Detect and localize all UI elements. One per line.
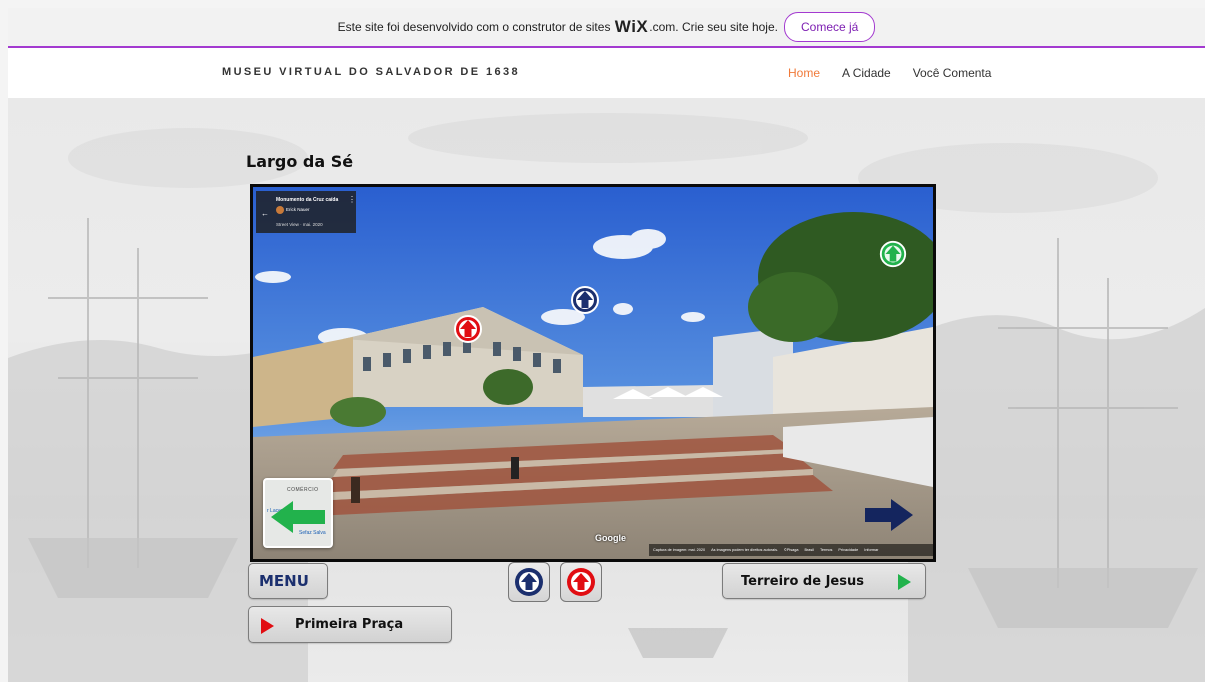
footer-capture: Captura de imagem: mai. 2020 — [653, 548, 706, 552]
green-up-arrow-icon[interactable] — [878, 239, 908, 269]
footer-report-link[interactable]: Informar — [864, 548, 878, 552]
street-view-viewer[interactable]: ← Monumento da Cruz caída Erick Nauer ⋮ … — [250, 184, 936, 562]
wix-logo: WiX — [614, 17, 649, 36]
terreiro-button-label: Terreiro de Jesus — [741, 573, 864, 589]
panorama-image[interactable] — [253, 187, 933, 559]
nav-a-cidade[interactable]: A Cidade — [842, 66, 891, 80]
wix-banner-prefix: Este site foi desenvolvido com o constru… — [337, 20, 611, 34]
blue-up-arrow-icon[interactable] — [569, 284, 601, 316]
wix-banner: Este site foi desenvolvido com o constru… — [8, 8, 1205, 48]
site-header: MUSEU VIRTUAL DO SALVADOR DE 1638 Home A… — [8, 48, 1205, 98]
blue-up-arrow-button-icon — [515, 568, 543, 596]
main-nav: Home A Cidade Você Comenta — [788, 66, 1013, 80]
more-options-icon[interactable]: ⋮ — [348, 195, 356, 204]
google-logo: Google — [595, 533, 626, 543]
footer-terms-link[interactable]: Termos — [820, 548, 832, 552]
nav-home[interactable]: Home — [788, 66, 820, 80]
capture-date: Street View · mai. 2020 — [276, 222, 323, 227]
place-info-card[interactable]: ← Monumento da Cruz caída Erick Nauer ⋮ … — [256, 191, 356, 233]
place-author[interactable]: Erick Nauer — [286, 207, 310, 212]
navy-right-arrow-icon[interactable] — [863, 497, 915, 533]
green-left-arrow-icon[interactable] — [269, 499, 327, 535]
menu-button-label: MENU — [259, 572, 309, 590]
author-avatar — [276, 206, 284, 214]
play-right-icon — [898, 574, 911, 590]
primeira-button-label: Primeira Praça — [295, 617, 404, 632]
footer-privacy-link[interactable]: Privacidade — [838, 548, 858, 552]
page-title: Largo da Sé — [246, 152, 354, 171]
back-arrow-icon[interactable]: ← — [261, 209, 269, 218]
wix-start-button[interactable]: Comece já — [783, 12, 876, 42]
terreiro-de-jesus-button[interactable]: Terreiro de Jesus — [722, 563, 926, 599]
red-up-button[interactable] — [560, 562, 602, 602]
menu-button[interactable]: MENU — [248, 563, 328, 599]
footer-copyright: As imagens podem ter direitos autorais. — [711, 548, 779, 552]
primeira-praca-button[interactable]: Primeira Praça — [248, 606, 452, 643]
wix-banner-suffix: .com. Crie seu site hoje. — [649, 20, 778, 34]
red-up-arrow-button-icon — [567, 568, 595, 596]
minimap-label-comercio: COMÉRCIO — [287, 487, 319, 493]
play-left-icon — [261, 618, 274, 634]
page: Este site foi desenvolvido com o constru… — [8, 8, 1205, 682]
map-footer-strip: Captura de imagem: mai. 2020 As imagens … — [649, 544, 933, 556]
red-up-arrow-icon[interactable] — [452, 313, 484, 345]
nav-voce-comenta[interactable]: Você Comenta — [913, 66, 992, 80]
blue-up-button[interactable] — [508, 562, 550, 602]
footer-pisaga: ©Pisaga — [784, 548, 799, 552]
footer-brasil: Brasil — [804, 548, 814, 552]
place-title[interactable]: Monumento da Cruz caída — [276, 197, 338, 203]
site-title[interactable]: MUSEU VIRTUAL DO SALVADOR DE 1638 — [222, 66, 520, 78]
